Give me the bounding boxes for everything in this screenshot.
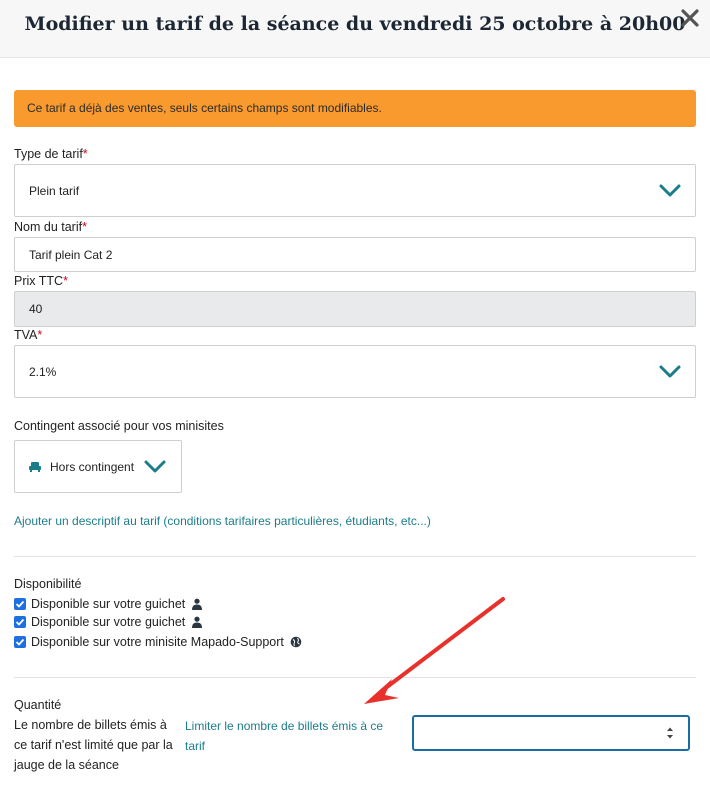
quantity-label: Quantité [14, 698, 62, 712]
chevron-down-icon [659, 365, 681, 377]
name-input[interactable]: Tarif plein Cat 2 [14, 237, 696, 272]
price-input: 40 [14, 291, 696, 327]
availability-item-label: Disponible sur votre minisite Mapado-Sup… [31, 635, 284, 649]
dialog-header: Modifier un tarif de la séance du vendre… [0, 0, 710, 58]
type-value: Plein tarif [29, 183, 80, 198]
availability-item[interactable]: Disponible sur votre guichet [14, 596, 203, 612]
vat-label: TVA* [14, 328, 43, 342]
divider [14, 556, 696, 557]
type-label: Type de tarif* [14, 147, 88, 161]
add-description-link[interactable]: Ajouter un descriptif au tarif (conditio… [14, 514, 431, 528]
availability-item[interactable]: Disponible sur votre guichet [14, 614, 203, 630]
contingent-label: Contingent associé pour vos minisites [14, 419, 224, 433]
chevron-down-icon [659, 184, 681, 196]
vat-value: 2.1% [29, 364, 57, 379]
checkbox[interactable] [14, 636, 26, 648]
name-value: Tarif plein Cat 2 [29, 247, 113, 262]
divider [14, 677, 696, 678]
availability-item-label: Disponible sur votre guichet [31, 597, 186, 611]
person-icon [192, 616, 203, 628]
availability-item-label: Disponible sur votre guichet [31, 615, 186, 629]
limit-tickets-link[interactable]: Limiter le nombre de billets émis à ce t… [185, 716, 395, 756]
chevron-down-icon [144, 460, 166, 472]
spinner-icon[interactable] [666, 726, 674, 740]
checkbox[interactable] [14, 616, 26, 628]
checkbox[interactable] [14, 598, 26, 610]
quantity-description: Le nombre de billets émis à ce tarif n'e… [14, 718, 173, 772]
type-select[interactable]: Plein tarif [14, 164, 696, 217]
name-label: Nom du tarif* [14, 220, 87, 234]
seat-icon [29, 462, 41, 472]
person-icon [192, 598, 203, 610]
globe-icon [290, 636, 302, 648]
sales-warning-alert: Ce tarif a déjà des ventes, seuls certai… [14, 90, 696, 127]
availability-label: Disponibilité [14, 577, 82, 591]
contingent-value: Hors contingent [50, 460, 135, 474]
vat-select[interactable]: 2.1% [14, 345, 696, 398]
dialog-title: Modifier un tarif de la séance du vendre… [24, 13, 686, 35]
price-label: Prix TTC* [14, 274, 68, 288]
close-icon[interactable] [676, 4, 704, 32]
availability-item[interactable]: Disponible sur votre minisite Mapado-Sup… [14, 634, 302, 650]
contingent-select[interactable]: Hors contingent [14, 440, 182, 493]
quantity-input[interactable] [412, 715, 690, 751]
price-value: 40 [29, 302, 43, 316]
